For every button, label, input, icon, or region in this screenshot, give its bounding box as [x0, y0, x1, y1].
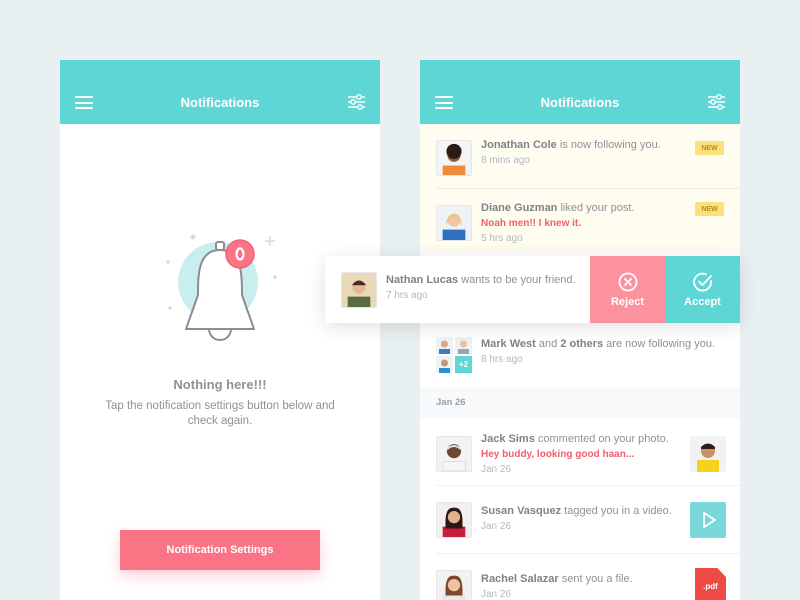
header: Notifications: [420, 60, 740, 124]
swiped-notification[interactable]: Nathan Lucas wants to be your friend. 7 …: [325, 256, 740, 323]
page-title: Notifications: [180, 95, 260, 110]
timestamp: 8 hrs ago: [481, 354, 523, 365]
more-count: +2: [455, 356, 472, 373]
timestamp: Jan 26: [481, 589, 512, 600]
reject-label: Reject: [610, 296, 645, 308]
avatar: [436, 337, 453, 354]
reject-button[interactable]: Reject: [590, 256, 665, 323]
timestamp: 7 hrs ago: [386, 290, 428, 301]
date-header: Jan 26: [420, 388, 740, 418]
list-item[interactable]: Diane Guzman liked your post. Noah men!!…: [420, 189, 740, 252]
avatar: [436, 140, 472, 176]
list-item[interactable]: Susan Vasquez tagged you in a video. Jan…: [420, 486, 740, 553]
action-text: are now following you.: [606, 338, 716, 350]
timestamp: Jan 26: [481, 521, 512, 532]
header: Notifications: [60, 60, 380, 124]
timestamp: 8 mins ago: [481, 155, 530, 166]
action-text: wants to be your friend.: [461, 274, 576, 286]
action-text: sent you a file.: [561, 573, 633, 585]
connector-text: and: [538, 338, 558, 350]
photo-thumbnail[interactable]: [690, 436, 726, 472]
avatar: [455, 337, 472, 354]
action-text: commented on your photo.: [537, 433, 669, 445]
empty-notifications-screen: Notifications Nothing here!!! Tap the no…: [60, 60, 380, 600]
user-name: Mark West: [481, 338, 536, 350]
accept-icon: [693, 272, 712, 292]
play-icon[interactable]: [690, 502, 726, 538]
avatar: [436, 356, 453, 373]
avatar: [436, 570, 472, 600]
user-name: Nathan Lucas: [386, 274, 459, 286]
user-name: Jack Sims: [481, 433, 535, 445]
list-item[interactable]: Jack Sims commented on your photo. Hey b…: [420, 418, 740, 485]
filter-icon[interactable]: [348, 94, 365, 110]
accept-button[interactable]: Accept: [665, 256, 740, 323]
others-count: 2 others: [560, 338, 604, 350]
new-badge: NEW: [695, 202, 724, 216]
list-item[interactable]: +2 Mark West and 2 others are now follow…: [420, 323, 740, 387]
action-text: liked your post.: [560, 202, 635, 214]
list-item[interactable]: Rachel Salazar sent you a file. Jan 26 .…: [420, 554, 740, 600]
action-text: is now following you.: [559, 139, 661, 151]
avatar: [436, 436, 472, 472]
accept-label: Accept: [684, 296, 721, 308]
timestamp: 5 hrs ago: [481, 233, 523, 244]
action-text: tagged you in a video.: [564, 505, 672, 517]
avatar: [436, 502, 472, 538]
comment-quote: Hey buddy, looking good haan...: [481, 449, 635, 460]
user-name: Susan Vasquez: [481, 505, 562, 517]
notifications-list-screen: Notifications Jonathan Cole is now follo…: [420, 60, 740, 600]
comment-quote: Noah men!! I knew it.: [481, 218, 582, 229]
new-badge: NEW: [695, 141, 724, 155]
list-item[interactable]: Jonathan Cole is now following you. 8 mi…: [420, 124, 740, 188]
notification-settings-button[interactable]: Notification Settings: [120, 530, 320, 570]
user-name: Diane Guzman: [481, 202, 558, 214]
empty-state-text: Tap the notification settings button bel…: [105, 400, 335, 427]
avatar-group: +2: [436, 337, 472, 373]
timestamp: Jan 26: [481, 464, 512, 475]
pdf-file-icon[interactable]: .pdf: [695, 568, 726, 600]
avatar: [341, 272, 377, 308]
avatar: [436, 205, 472, 241]
page-title: Notifications: [540, 95, 620, 110]
user-name: Jonathan Cole: [481, 139, 557, 151]
reject-icon: [618, 272, 638, 292]
empty-state-title: Nothing here!!!: [173, 377, 267, 392]
user-name: Rachel Salazar: [481, 573, 559, 585]
bell-icon: [166, 234, 277, 341]
filter-icon[interactable]: [708, 94, 725, 110]
file-type-label: .pdf: [703, 582, 718, 591]
